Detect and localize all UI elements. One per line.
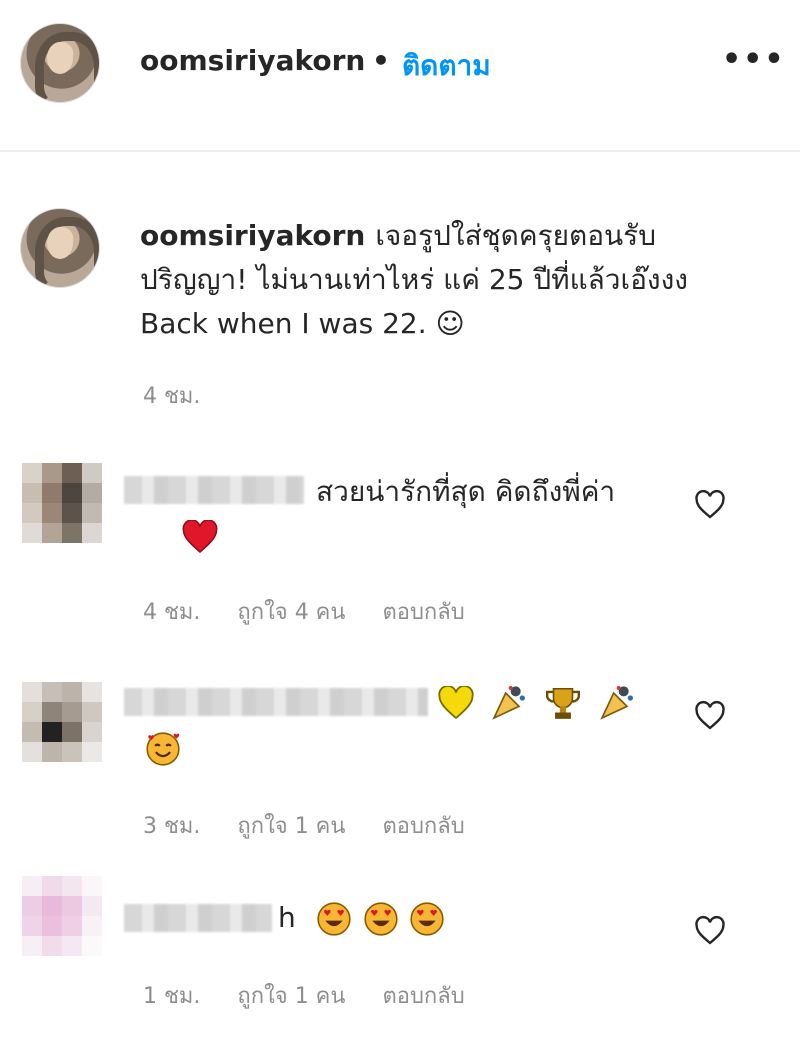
blurred-username[interactable]: [124, 688, 428, 716]
heart-eyes-emoji: [363, 902, 398, 936]
comment-meta: 4 ชม. ถูกใจ 4 คน ตอบกลับ: [143, 594, 495, 629]
comment-text: h: [278, 896, 446, 940]
caption-text: oomsiriyakorn เจอรูปใส่ชุดครุยตอนรับปริญญ…: [140, 214, 750, 346]
heart-eyes-emoji: [317, 902, 351, 936]
comment-likes[interactable]: ถูกใจ 1 คน: [237, 984, 345, 1009]
separator-dot: •: [372, 44, 390, 77]
trophy-emoji: [545, 687, 580, 719]
commenter-avatar[interactable]: [22, 682, 102, 762]
heart-outline-icon[interactable]: [694, 700, 726, 732]
avatar-face: [47, 227, 73, 259]
comment-meta: 1 ชม. ถูกใจ 1 คน ตอบกลับ: [143, 978, 495, 1013]
heart-outline-icon[interactable]: [694, 489, 726, 521]
smiling-face-with-hearts-emoji: [146, 732, 180, 766]
blurred-username[interactable]: [124, 904, 272, 932]
blurred-username[interactable]: [124, 476, 304, 504]
commenter-avatar[interactable]: [22, 463, 102, 543]
party-popper-emoji: [492, 686, 525, 720]
follow-button[interactable]: ติดตาม: [402, 44, 491, 88]
comment-timestamp[interactable]: 1 ชม.: [143, 984, 200, 1009]
heart-eyes-emoji: [410, 902, 445, 936]
comment-text: สวยน่ารักที่สุด คิดถึงพี่ค่า: [316, 470, 646, 514]
comment-meta: 3 ชม. ถูกใจ 1 คน ตอบกลับ: [143, 808, 495, 843]
reply-button[interactable]: ตอบกลับ: [382, 600, 464, 625]
caption-avatar[interactable]: [20, 208, 100, 288]
heart-outline-icon[interactable]: [694, 915, 726, 947]
comment-timestamp[interactable]: 4 ชม.: [143, 600, 200, 625]
comment-body: สวยน่ารักที่สุด คิดถึงพี่ค่า: [316, 475, 616, 508]
more-options-icon[interactable]: •••: [722, 42, 786, 77]
avatar-face: [47, 42, 73, 74]
comment-likes[interactable]: ถูกใจ 1 คน: [237, 814, 345, 839]
reply-button[interactable]: ตอบกลับ: [382, 984, 464, 1009]
comment-emoji: [182, 514, 218, 558]
comment-emoji: [438, 680, 637, 724]
yellow-heart-emoji: [438, 686, 474, 720]
commenter-avatar[interactable]: [22, 876, 102, 956]
comment-likes[interactable]: ถูกใจ 4 คน: [237, 600, 345, 625]
comment-body: h: [278, 901, 296, 934]
red-heart-emoji: [182, 520, 218, 553]
caption-username[interactable]: oomsiriyakorn: [140, 219, 365, 252]
comment-emoji: [144, 726, 182, 770]
author-username[interactable]: oomsiriyakorn: [140, 44, 365, 77]
comment-timestamp[interactable]: 3 ชม.: [143, 814, 200, 839]
author-avatar[interactable]: [20, 23, 100, 103]
party-popper-emoji: [599, 686, 633, 720]
reply-button[interactable]: ตอบกลับ: [382, 814, 464, 839]
post-header: oomsiriyakorn • ติดตาม •••: [0, 0, 800, 152]
caption-timestamp[interactable]: 4 ชม.: [143, 378, 200, 413]
